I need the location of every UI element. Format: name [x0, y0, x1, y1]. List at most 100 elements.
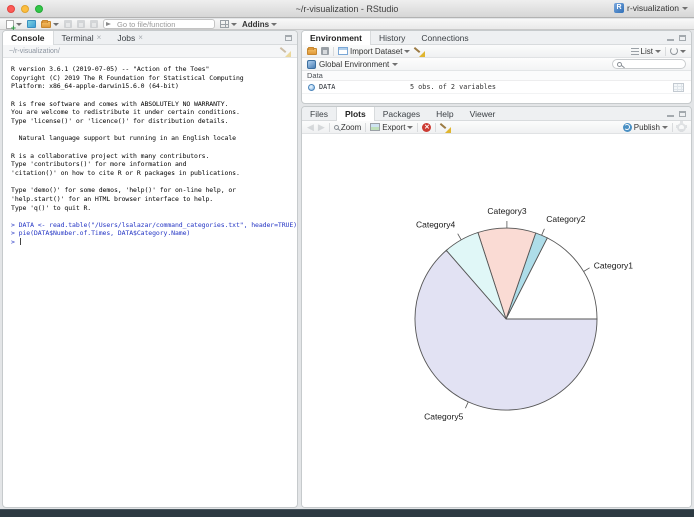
pie-chart-svg: Category1 Category2 Category3 Category4 Cate…	[414, 206, 633, 422]
plots-toolbar: ◀ ▶ Zoom Export ✕ Publish	[302, 120, 691, 134]
refresh-environment-button[interactable]	[670, 47, 686, 55]
tab-plots[interactable]: Plots	[335, 107, 375, 121]
clear-console-broom-icon[interactable]	[279, 46, 291, 57]
project-label: r-visualization	[627, 3, 679, 13]
maximize-pane-icon[interactable]	[679, 110, 686, 117]
previous-plot-button[interactable]: ◀	[307, 122, 314, 132]
tab-packages[interactable]: Packages	[375, 107, 428, 120]
environment-toolbar: Import Dataset List	[302, 45, 691, 58]
export-label: Export	[382, 122, 406, 132]
project-menu[interactable]: R r-visualization	[614, 3, 688, 13]
tab-plots-label: Plots	[344, 109, 366, 119]
env-display-mode-button[interactable]: List	[630, 47, 661, 56]
save-icon	[64, 20, 72, 28]
data-object-icon[interactable]	[308, 83, 315, 91]
chevron-down-icon	[16, 22, 22, 26]
addins-button[interactable]: Addins	[242, 20, 278, 29]
maximize-pane-icon[interactable]	[285, 34, 292, 41]
view-data-grid-icon[interactable]	[673, 83, 684, 92]
chevron-down-icon	[407, 125, 414, 129]
save-button[interactable]	[64, 20, 72, 28]
main-toolbar: Addins	[0, 19, 694, 32]
pie-label-category5: Category5	[424, 412, 463, 422]
remove-plot-button[interactable]: ✕	[422, 122, 432, 132]
new-file-button[interactable]	[6, 19, 22, 32]
chevron-down-icon	[655, 49, 661, 53]
project-icon: R	[614, 3, 625, 13]
environment-scope-label[interactable]: Global Environment	[319, 60, 389, 69]
environment-object-row[interactable]: DATA 5 obs. of 2 variables	[302, 81, 691, 94]
tab-connections[interactable]: Connections	[413, 31, 476, 44]
workspace-panes-button[interactable]	[220, 20, 237, 28]
save-all-icon	[77, 20, 85, 28]
tab-terminal[interactable]: Terminal ×	[54, 31, 110, 44]
zoom-label: Zoom	[340, 122, 362, 132]
working-directory: ~/r-visualization/	[9, 47, 60, 55]
tab-viewer[interactable]: Viewer	[462, 107, 504, 120]
pie-label-tick	[583, 267, 590, 272]
close-icon[interactable]: ×	[138, 33, 143, 42]
chevron-down-icon	[682, 6, 688, 10]
chevron-down-icon	[231, 22, 237, 26]
environment-pane: Environment History Connections Import D…	[301, 30, 692, 104]
console-tabstrip: Console Terminal × Jobs ×	[3, 31, 297, 45]
next-plot-button[interactable]: ▶	[318, 122, 325, 132]
print-button[interactable]	[90, 20, 98, 28]
goto-file-input[interactable]	[103, 19, 215, 29]
environment-scope-row: Global Environment	[302, 58, 691, 71]
tab-jobs[interactable]: Jobs ×	[109, 31, 151, 44]
publish-button[interactable]: Publish	[622, 122, 668, 132]
pie-label-category2: Category2	[546, 214, 585, 224]
pie-label-tick	[465, 401, 469, 409]
console-cursor	[19, 238, 21, 246]
rstudio-window: ~/r-visualization - RStudio R r-visualiz…	[0, 0, 694, 517]
open-file-button[interactable]	[41, 19, 59, 28]
new-project-icon	[27, 20, 36, 28]
pie-label-category3: Category3	[487, 206, 526, 216]
pie-label-category1: Category1	[594, 261, 633, 271]
import-dataset-button[interactable]: Import Dataset	[338, 47, 411, 56]
tab-jobs-label: Jobs	[117, 32, 136, 43]
chevron-down-icon	[271, 22, 278, 26]
clear-all-plots-button[interactable]	[440, 122, 452, 133]
clear-environment-button[interactable]	[414, 46, 426, 57]
load-workspace-button[interactable]	[307, 46, 317, 55]
minimize-pane-icon[interactable]	[667, 114, 674, 117]
minimize-pane-icon[interactable]	[667, 38, 674, 41]
open-folder-icon	[41, 19, 51, 28]
console-output[interactable]: R version 3.6.1 (2019-07-05) -- "Action …	[3, 58, 297, 254]
broom-icon	[414, 46, 426, 57]
pie-label-tick	[457, 233, 462, 240]
tab-console[interactable]: Console	[3, 31, 54, 45]
object-summary: 5 obs. of 2 variables	[410, 83, 496, 91]
tab-files[interactable]: Files	[302, 107, 336, 120]
chevron-down-icon	[53, 22, 59, 26]
pie-label-category4: Category4	[416, 219, 455, 229]
environment-tabstrip: Environment History Connections	[302, 31, 691, 45]
magnifier-icon	[333, 124, 339, 130]
tab-environment[interactable]: Environment	[302, 31, 371, 45]
open-folder-icon	[307, 46, 317, 55]
environment-search-input[interactable]	[612, 59, 686, 69]
save-workspace-button[interactable]	[321, 47, 329, 55]
goto-file-search	[103, 19, 215, 29]
close-icon[interactable]: ×	[97, 33, 102, 42]
publish-label: Publish	[633, 122, 660, 132]
new-project-button[interactable]	[27, 20, 36, 28]
gear-icon[interactable]	[677, 120, 686, 132]
tab-history[interactable]: History	[371, 31, 413, 44]
panes-grid-icon	[220, 20, 229, 28]
maximize-pane-icon[interactable]	[679, 34, 686, 41]
global-environment-icon	[307, 59, 316, 69]
new-file-icon	[6, 19, 16, 32]
goto-arrow-icon	[106, 21, 111, 26]
zoom-plot-button[interactable]: Zoom	[333, 122, 362, 132]
export-plot-button[interactable]: Export	[370, 122, 414, 132]
console-pane: Console Terminal × Jobs × ~/r-visualizat…	[2, 30, 298, 508]
title-bar: ~/r-visualization - RStudio R r-visualiz…	[0, 0, 694, 18]
chevron-down-icon	[392, 62, 399, 66]
save-all-button[interactable]	[77, 20, 85, 28]
tab-packages-label: Packages	[382, 108, 421, 119]
plots-pane: Files Plots Packages Help Viewer ◀ ▶ Zoo…	[301, 106, 692, 508]
tab-help[interactable]: Help	[428, 107, 461, 120]
